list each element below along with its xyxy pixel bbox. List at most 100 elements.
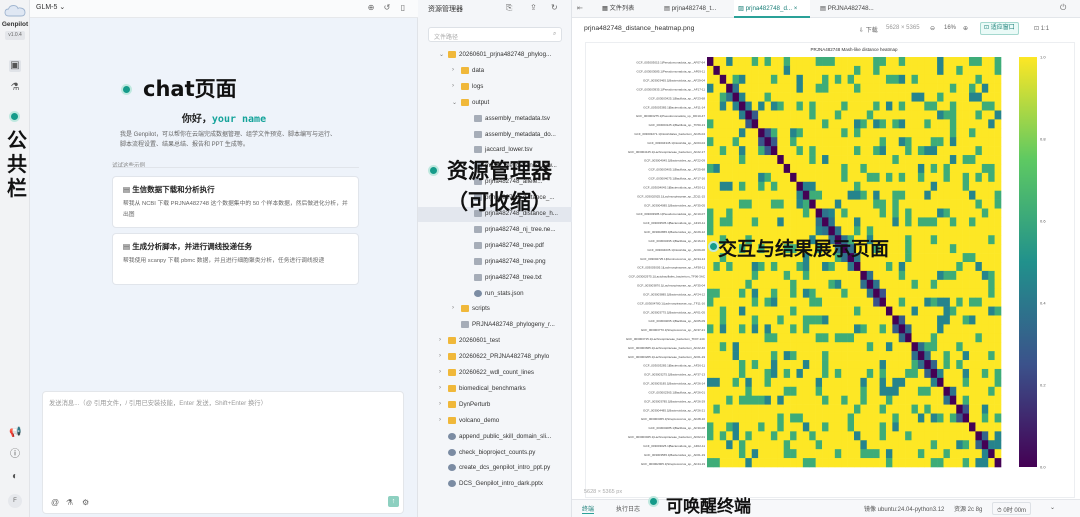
file-search-input[interactable]: 文件路径 ⌕ [428,27,562,42]
heatmap-cell [854,315,861,325]
tree-row[interactable]: › 20260622_PRJNA482748_phylo [418,350,572,365]
heatmap-cell [796,199,804,209]
chat-input[interactable]: 发送消息...（@ 引用文件，/ 引用已安装技能，Enter 发送，Shift+… [42,391,404,514]
tree-row[interactable]: prjna482748_tree.txt [418,271,572,286]
heatmap-cell [898,262,906,272]
chevron-down-icon[interactable]: ⌄ [439,51,444,58]
refresh-icon[interactable]: ↻ [551,3,558,12]
at-mention-icon[interactable]: @ [51,498,59,507]
heatmap-cell [860,208,868,218]
collapse-icon[interactable]: ⇤ [577,4,583,12]
tree-row[interactable]: run_stats.json [418,287,572,302]
history-icon[interactable]: ↺ [382,3,392,13]
heatmap-cell [949,368,957,379]
zoom-out-icon[interactable]: ⊖ [930,25,935,32]
chevron-right-icon[interactable]: › [439,385,441,391]
heatmap-cell [719,279,727,290]
heatmap-cell [949,377,957,388]
tree-row[interactable]: › volcano_demo [418,414,572,429]
tree-row[interactable]: create_dcs_genpilot_intro_ppt.py [418,461,572,476]
tree-row[interactable]: › logs [418,80,572,95]
tab-prjna[interactable]: ▤ PRJNA482748... [816,0,888,18]
zoom-in-icon[interactable]: ⊕ [963,25,968,32]
upload-icon[interactable]: ⇪ [530,3,537,12]
terminal-close-icon[interactable]: ⌄ [1050,504,1055,511]
skills-nav-icon[interactable]: ⚗ [9,82,21,94]
heatmap-cell [930,119,938,129]
tree-row[interactable]: › 20260622_wdl_count_lines [418,366,572,381]
chevron-right-icon[interactable]: › [452,67,454,73]
one-to-one-button[interactable]: ⊡ 1:1 [1034,25,1049,32]
tree-row[interactable]: prjna482748_nj_tree.ne... [418,223,572,238]
tab-tree[interactable]: ▤ prjna482748_t... [660,0,732,18]
tab-file-list[interactable]: ▦ 文件列表 [592,0,644,18]
settings-icon[interactable]: ⚙ [82,498,89,507]
heatmap-cell [796,217,804,227]
example-card-2[interactable]: ▤ 生成分析脚本，并进行调线投递任务 帮我使用 scanpy 下载 pbmc 数… [112,233,359,285]
tree-row[interactable]: check_bioproject_counts.py [418,446,572,461]
tree-row[interactable]: › biomedical_benchmarks [418,382,572,397]
chevron-right-icon[interactable]: › [452,83,454,89]
send-button[interactable]: ↑ [388,496,399,507]
heatmap-cell [994,57,1002,67]
download-button[interactable]: ⇩ 下载 [859,25,878,34]
tree-row[interactable]: assembly_metadata_do... [418,128,572,143]
heatmap-cell [751,74,759,85]
heatmap-cell [988,342,995,352]
heatmap-cell [745,119,753,129]
heatmap-cell [732,262,740,272]
chat-nav-icon[interactable]: ▣ [9,60,21,72]
fit-window-button[interactable]: ⊡ 适应窗口 [980,22,1019,35]
heatmap-cell [834,360,842,370]
tree-row[interactable]: prjna482748_tree.pdf [418,239,572,254]
heatmap-cell [770,351,778,361]
heatmap-cell [802,92,810,102]
heatmap-cell [981,342,989,352]
chevron-right-icon[interactable]: › [439,369,441,375]
tree-row[interactable]: › scripts [418,302,572,317]
tab-terminal[interactable]: 终端 [582,504,595,514]
model-select[interactable]: GLM-5 ⌄ [36,3,65,11]
notification-icon[interactable]: 📢 [9,427,21,439]
heatmap-cell [777,146,784,156]
theme-icon[interactable]: ◐ [9,471,21,483]
heatmap-cell [764,413,772,423]
heatmap-cell [873,217,880,227]
skill-icon[interactable]: ⚗ [66,498,73,507]
tree-row[interactable]: PRJNA482748_phylogeny_r... [418,318,572,333]
tree-row[interactable]: DCS_Genpilot_intro_dark.pptx [418,477,572,492]
heatmap-cell [981,244,989,254]
tree-row[interactable]: › 20260601_test [418,334,572,349]
heatmap-cell [738,297,746,307]
example-card-1[interactable]: ▤ 生信数据下载和分析执行 帮我从 NCBI 下载 PRJNA482748 这个… [112,176,359,228]
tab-exec-log[interactable]: 执行日志 [616,504,640,513]
chevron-right-icon[interactable]: › [439,353,441,359]
tree-row[interactable]: › DynPerturb [418,398,572,413]
tree-row[interactable]: ⌄ 20260601_prjna482748_phylog... [418,48,572,63]
new-file-icon[interactable]: ⎘ [506,3,512,13]
heatmap-cell [892,386,900,396]
chevron-right-icon[interactable]: › [439,417,441,423]
heatmap-cell [815,270,823,281]
heatmap-cell [770,333,778,343]
power-icon[interactable]: ⏻ [1060,3,1066,13]
heatmap-cell [834,262,842,272]
chevron-right-icon[interactable]: › [452,305,454,311]
chevron-right-icon[interactable]: › [439,401,441,407]
tab-distance-heatmap[interactable]: ▨ prjna482748_d... × [734,0,810,18]
new-chat-icon[interactable]: ⊕ [366,3,376,13]
heatmap-cell [738,155,746,165]
tree-row-label: scripts [472,305,490,313]
chevron-right-icon[interactable]: › [439,337,441,343]
tree-row[interactable]: append_public_skill_domain_sli... [418,430,572,445]
heatmap-cell [847,279,855,290]
user-avatar[interactable]: F [8,494,22,508]
tree-row[interactable]: assembly_metadata.tsv [418,112,572,127]
info-icon[interactable]: ⓘ [9,449,21,461]
tree-row[interactable]: ⌄ output [418,96,572,111]
chevron-down-icon[interactable]: ⌄ [452,99,457,106]
tree-row[interactable]: › data [418,64,572,79]
heatmap-cell [758,181,765,191]
panel-toggle-icon[interactable]: ▯ [398,3,408,13]
tree-row[interactable]: prjna482748_tree.png [418,255,572,270]
